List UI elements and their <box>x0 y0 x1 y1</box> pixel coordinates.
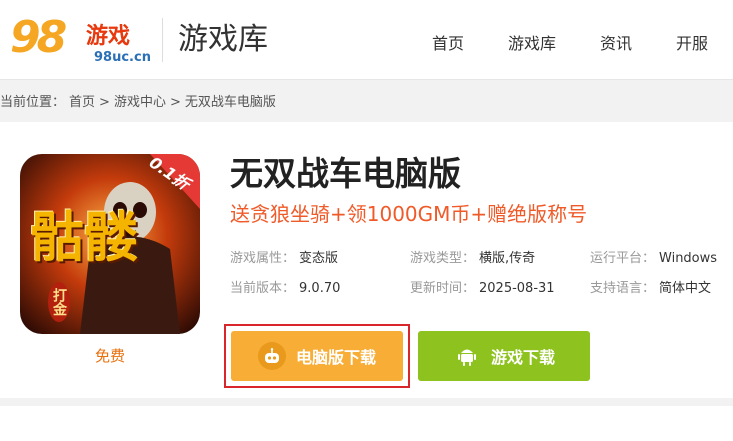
header-divider <box>162 18 163 62</box>
nav-home[interactable]: 首页 <box>432 30 464 54</box>
game-icon-sub-text: 打金 <box>48 282 70 322</box>
breadcrumb-separator: > <box>99 95 110 110</box>
pc-download-button[interactable]: 电脑版下载 <box>231 331 403 381</box>
pc-download-label: 电脑版下载 <box>295 348 376 367</box>
game-icon: 0.1折 骷髅 打金 <box>20 154 200 334</box>
next-section <box>0 406 733 441</box>
breadcrumb-separator: > <box>169 95 181 110</box>
breadcrumb-prefix: 当前位置： <box>0 95 66 110</box>
info-value: Windows <box>659 251 718 266</box>
logo-brand: 游戏 <box>86 24 131 49</box>
section-title: 游戏库 <box>178 22 268 57</box>
info-attribute: 游戏属性： 变态版 <box>230 249 338 269</box>
breadcrumb: 当前位置： 首页 > 游戏中心 > 无双战车电脑版 <box>0 93 280 113</box>
site-logo[interactable]: 98 游戏 98uc.cn <box>10 12 151 68</box>
info-key: 当前版本： <box>230 281 296 296</box>
robot-icon <box>257 342 286 370</box>
nav-news[interactable]: 资讯 <box>600 30 632 54</box>
info-value: 变态版 <box>299 251 339 266</box>
game-promo: 送贪狼坐骑+领1000GM币+赠绝版称号 <box>230 202 588 226</box>
nav-servers[interactable]: 开服 <box>676 30 708 54</box>
breadcrumb-current: 无双战车电脑版 <box>184 95 276 110</box>
breadcrumb-game-center[interactable]: 游戏中心 <box>114 95 166 110</box>
game-download-label: 游戏下载 <box>490 348 555 367</box>
info-key: 游戏属性： <box>230 251 296 266</box>
info-value: 横版,传奇 <box>479 251 536 266</box>
info-language: 支持语言： 简体中文 <box>590 279 711 299</box>
info-key: 更新时间： <box>410 281 476 296</box>
logo-number: 98 <box>10 12 67 63</box>
game-icon-main-text: 骷髅 <box>30 206 138 269</box>
game-title: 无双战车电脑版 <box>230 154 461 193</box>
info-version: 当前版本： 9.0.70 <box>230 279 340 299</box>
breadcrumb-home[interactable]: 首页 <box>69 95 95 110</box>
price-label: 免费 <box>94 347 125 365</box>
android-icon <box>453 342 481 370</box>
nav-game-library[interactable]: 游戏库 <box>508 30 556 54</box>
info-update-time: 更新时间： 2025-08-31 <box>410 279 555 299</box>
info-type: 游戏类型： 横版,传奇 <box>410 249 535 269</box>
game-download-button[interactable]: 游戏下载 <box>418 331 590 381</box>
info-key: 支持语言： <box>590 281 656 296</box>
logo-domain: 98uc.cn <box>94 50 151 65</box>
info-value: 2025-08-31 <box>479 281 555 296</box>
site-header: 98 游戏 98uc.cn 游戏库 首页 游戏库 资讯 开服 <box>0 0 733 80</box>
info-key: 运行平台： <box>590 251 656 266</box>
info-platform: 运行平台： Windows <box>590 249 717 269</box>
info-value: 简体中文 <box>659 281 712 296</box>
info-key: 游戏类型： <box>410 251 476 266</box>
game-detail-card: 0.1折 骷髅 打金 免费 无双战车电脑版 送贪狼坐骑+领1000GM币+赠绝版… <box>0 122 733 398</box>
info-value: 9.0.70 <box>299 281 341 296</box>
